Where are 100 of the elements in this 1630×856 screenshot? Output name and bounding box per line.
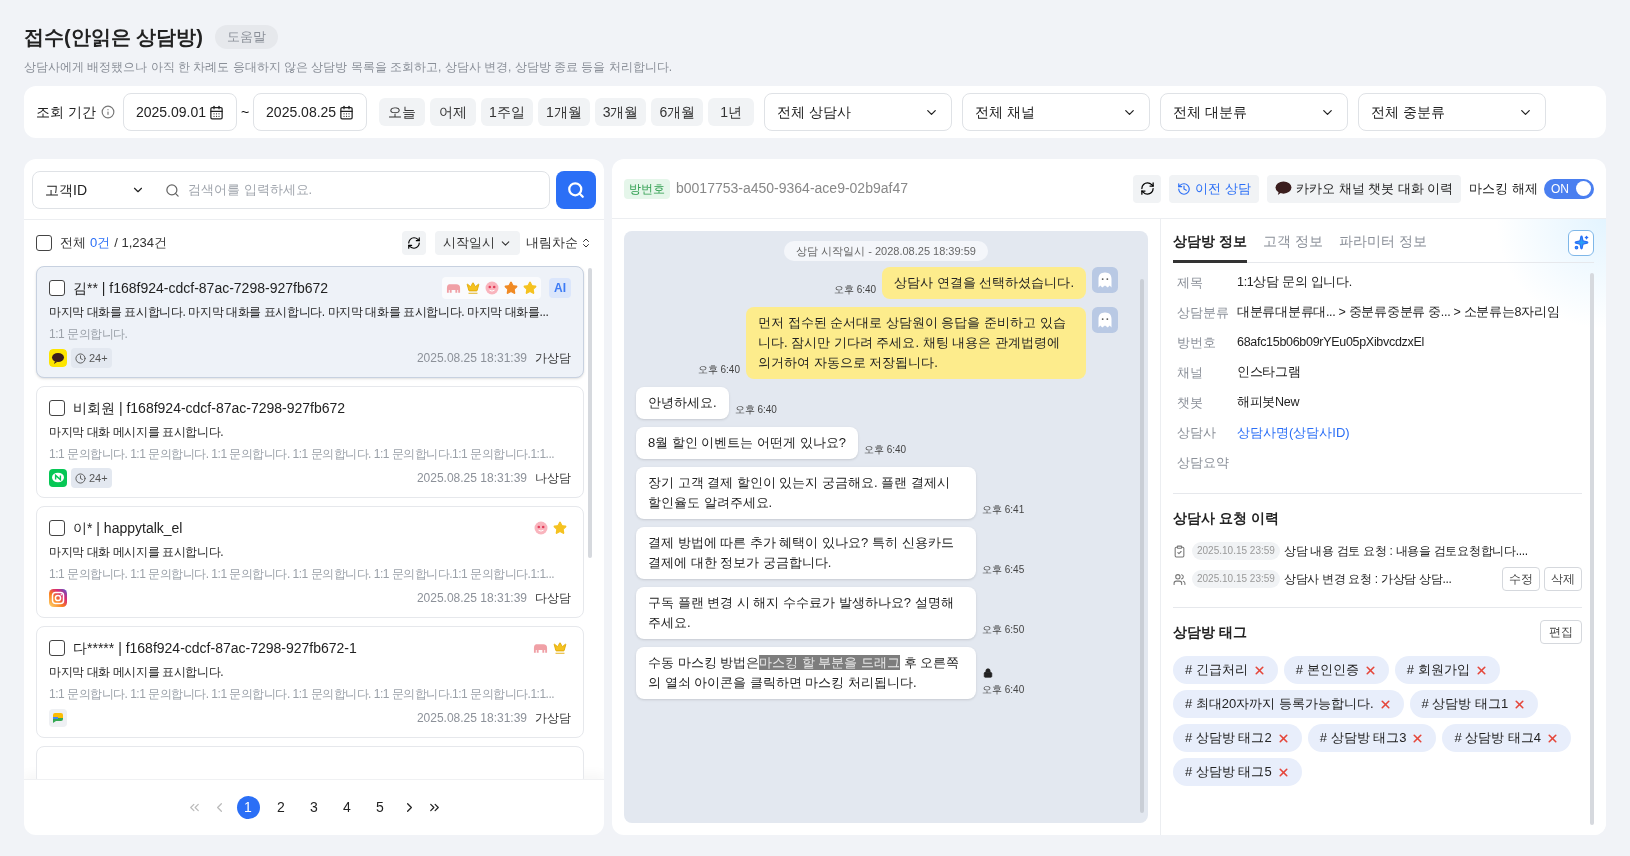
clock-icon [75, 472, 86, 484]
request-text: 상담 내용 검토 요청 : 내용을 검토요청합니다.... [1283, 543, 1528, 560]
room-number-badge: 방번호 [624, 178, 670, 199]
message-text: 상담사 연결을 선택하셨습니다. [882, 267, 1086, 299]
checkbox[interactable] [49, 400, 65, 416]
checkbox[interactable] [36, 235, 52, 251]
message-text: 안녕하세요. [636, 387, 729, 419]
checkbox[interactable] [49, 640, 65, 656]
page-description: 상담사에게 배정됐으나 아직 한 차례도 응대하지 않은 상담방 목록을 조회하고, 상담사 변경, 상담방 종료 등을 처리합니다. [24, 59, 673, 76]
search-button[interactable] [556, 171, 596, 209]
checkbox[interactable] [49, 520, 65, 536]
refresh-icon [1139, 181, 1155, 196]
filter-dropdown[interactable]: 전체 대분류 [1160, 93, 1349, 131]
scrollbar[interactable] [588, 268, 592, 558]
counselor-name: 나상담 [535, 470, 571, 487]
face-icon [534, 521, 548, 535]
filter-dropdown[interactable]: 전체 중분류 [1358, 93, 1547, 131]
page-button[interactable]: 1 [236, 796, 260, 819]
request-action-button[interactable]: 수정 [1502, 567, 1540, 591]
face-icon [485, 281, 499, 295]
history-icon [1177, 181, 1192, 196]
sort-field-select[interactable]: 시작일시 [435, 231, 520, 255]
lock-icon [983, 668, 993, 678]
tag-label: # 상담방 태그3 [1319, 729, 1407, 748]
info-label: 챗봇 [1177, 394, 1204, 412]
page-button[interactable]: 4 [335, 796, 359, 819]
range-button[interactable]: 1개월 [537, 98, 590, 126]
page-title: 접수(안읽은 상담방) [24, 25, 203, 50]
refresh-button[interactable] [1133, 174, 1162, 203]
clock-icon [75, 352, 86, 364]
detail-tab[interactable]: 고객 정보 [1262, 222, 1323, 263]
room-title: 이* | happytalk_el [73, 518, 183, 538]
page-button[interactable]: 2 [269, 796, 293, 819]
remove-tag-icon[interactable] [1378, 697, 1392, 711]
info-label: 방번호 [1177, 334, 1217, 352]
ai-badge: AI [549, 278, 571, 298]
page-button[interactable]: 3 [302, 796, 326, 819]
tag-label: # 회원가입 [1406, 661, 1470, 680]
filter-dropdown[interactable]: 전체 채널 [962, 93, 1151, 131]
range-button[interactable]: 어제 [430, 98, 477, 126]
range-button[interactable]: 1년 [708, 98, 755, 126]
message-time: 오후 6:40 [833, 283, 877, 297]
calendar-icon [339, 104, 355, 120]
bot-avatar-icon [1092, 267, 1118, 293]
clipboard-icon [1173, 544, 1186, 558]
remove-tag-icon[interactable] [1474, 663, 1488, 677]
ai-assistant-button[interactable] [1568, 229, 1594, 256]
section-title: 상담사 요청 이력 [1173, 509, 1280, 528]
room-title: 비회원 | f168f924-cdcf-87ac-7298-927fb672 [73, 398, 346, 418]
refresh-button[interactable] [402, 231, 426, 255]
counselor-link[interactable]: 상담사명(상담사ID) [1237, 423, 1350, 443]
checkbox[interactable] [49, 280, 65, 296]
request-date: 2025.10.15 23:59 [1192, 570, 1280, 588]
message-time: 오후 6:41 [982, 503, 1025, 517]
masking-toggle[interactable]: ON [1544, 178, 1594, 199]
search-type-select[interactable]: 고객ID [45, 179, 87, 201]
counselor-name: 가상담 [535, 350, 571, 367]
page-button[interactable]: 5 [368, 796, 392, 819]
request-action-button[interactable]: 삭제 [1544, 567, 1582, 591]
chatbot-history-button[interactable]: 카카오 채널 챗봇 대화 이력 [1266, 174, 1462, 203]
remove-tag-icon[interactable] [1252, 663, 1266, 677]
info-label: 상담분류 [1177, 304, 1230, 322]
room-card[interactable]: 김** | f168f924-cdcf-87ac-7298-927fb672 AI 마지막 대화를 표시합니다. 마지막 대화를 표시합니다. 마지막 대화를 표시합니다. 마지막 대화를... 1:1 문의합니다. 24+ 2025.08.25 18:31:39 가상담 [36, 266, 584, 378]
remove-tag-icon[interactable] [1276, 731, 1290, 745]
request-text: 상담사 변경 요청 : 가상담 상담... [1283, 571, 1452, 588]
search-icon [567, 181, 585, 199]
scrollbar[interactable] [1590, 273, 1594, 825]
room-card[interactable]: 이* | happytalk_el 마지막 대화 메시지를 표시합니다. 1:1 문의합니다. 1:1 문의합니다. 1:1 문의합니다. 1:1 문의합니다. 1:1 문의합니다.1:1 문의합니다.1:1... 2025.08.25 18:31:39 다상담 [36, 506, 584, 618]
room-card[interactable]: 다***** | f168f924-cdcf-87ac-7298-927fb672-1 마지막 대화 메시지를 표시합니다. 1:1 문의합니다. 1:1 문의합니다. 1:1 문의합니다. 1:1 문의합니다. 1:1 문의합니다.1:1 문의합니다.1:1... 2025.08.25 18:31:39 가상담 [36, 626, 584, 738]
range-button[interactable]: 오늘 [379, 98, 426, 126]
search-field[interactable]: 고객ID 검색어를 입력하세요. [32, 171, 550, 209]
info-value: 해피봇New [1237, 394, 1300, 411]
range-button[interactable]: 3개월 [594, 98, 647, 126]
crown-icon [553, 641, 567, 655]
sort-order-toggle[interactable]: 내림차순 [526, 231, 592, 255]
range-button[interactable]: 1주일 [481, 98, 533, 126]
room-card[interactable]: 비회원 | f168f924-cdcf-87ac-7298-927fb672 마지막 대화 메시지를 표시합니다. 1:1 문의합니다. 1:1 문의합니다. 1:1 문의합니다. 1:1 문의합니다. 1:1 문의합니다.1:1 문의합니다.1:1... 24+ 2025.08.25 18:31:39 나상담 [36, 386, 584, 498]
detail-tab[interactable]: 상담방 정보 [1173, 222, 1247, 263]
message-time: 오후 6:40 [697, 363, 740, 377]
date-field[interactable]: 2025.09.01 [122, 93, 237, 131]
chat-bubble-icon [49, 709, 67, 727]
counselor-name: 다상담 [535, 590, 571, 607]
info-label: 상담요약 [1177, 454, 1230, 472]
edit-tags-button[interactable]: 편집 [1540, 620, 1582, 644]
date-field[interactable]: 2025.08.25 [253, 93, 368, 131]
room-time: 2025.08.25 18:31:39 [416, 470, 527, 487]
sort-icon [580, 237, 592, 249]
section-title: 상담방 태그 [1173, 622, 1247, 642]
selected-count: 0건 [90, 234, 111, 253]
tag-label: # 긴급처리 [1185, 661, 1248, 680]
message-time: 오후 6:45 [982, 563, 1025, 577]
remove-tag-icon[interactable] [1276, 765, 1290, 779]
remove-tag-icon[interactable] [1363, 663, 1377, 677]
previous-consultation-button[interactable]: 이전 상담 [1169, 174, 1259, 203]
tag-label: # 최대20자까지 등록가능합니다. [1185, 695, 1374, 714]
range-button[interactable]: 6개월 [651, 98, 704, 126]
filter-dropdown[interactable]: 전체 상담사 [764, 93, 953, 131]
chat-bubble-icon [49, 469, 67, 487]
last-message: 마지막 대화 메시지를 표시합니다. [49, 424, 225, 441]
room-time: 2025.08.25 18:31:39 [416, 710, 527, 727]
